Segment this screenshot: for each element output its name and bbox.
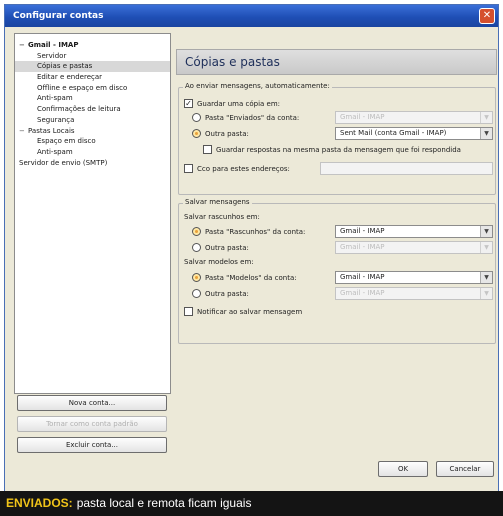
drafts-other-radio[interactable] [192,243,201,252]
cc-checkbox[interactable] [184,164,193,173]
tree-item-local-antispam[interactable]: Anti-spam [15,147,170,158]
window-title: Configurar contas [13,11,104,21]
caption-text: pasta local e remota ficam iguais [76,496,252,510]
templates-other-radio[interactable] [192,289,201,298]
sent-folder-radio[interactable] [192,113,201,122]
drafts-other-label: Outra pasta: [205,243,249,252]
account-tree[interactable]: − Gmail - IMAP Servidor Cópias e pastas E… [14,33,171,394]
caption-lead: ENVIADOS: [6,496,73,510]
drafts-other-radio-row[interactable]: Outra pasta: [192,243,249,252]
tree-item-receipts[interactable]: Confirmações de leitura [15,104,170,115]
dropdown-arrow-icon[interactable]: ▼ [480,288,492,299]
other-folder-label: Outra pasta: [205,129,249,138]
drafts-label: Salvar rascunhos em: [184,213,260,221]
collapse-icon[interactable]: − [19,40,28,51]
drafts-radio[interactable] [192,227,201,236]
save-copy-label: Guardar uma cópia em: [197,99,281,108]
tree-item-smtp[interactable]: Servidor de envio (SMTP) [15,158,170,169]
replies-label: Guardar respostas na mesma pasta da mens… [216,145,461,154]
replies-checkbox[interactable] [203,145,212,154]
panel-header: Cópias e pastas [176,49,497,75]
templates-radio-row[interactable]: Pasta "Modelos" da conta: [192,273,297,282]
replies-row[interactable]: Guardar respostas na mesma pasta da mens… [203,145,461,154]
tree-account-local-folders[interactable]: − Pastas Locais [15,126,170,137]
notify-checkbox[interactable] [184,307,193,316]
tree-item-server[interactable]: Servidor [15,51,170,62]
cc-input[interactable] [320,162,493,175]
other-folder-radio[interactable] [192,129,201,138]
templates-select[interactable]: Gmail - IMAP ▼ [335,271,493,284]
ok-button[interactable]: OK [378,461,428,477]
dropdown-arrow-icon[interactable]: ▼ [480,128,492,139]
dropdown-arrow-icon[interactable]: ▼ [480,272,492,283]
dropdown-arrow-icon[interactable]: ▼ [480,226,492,237]
drafts-radio-label: Pasta "Rascunhos" da conta: [205,227,306,236]
templates-other-label: Outra pasta: [205,289,249,298]
save-copy-row[interactable]: ✓ Guardar uma cópia em: [184,99,280,108]
tree-item-offline[interactable]: Offline e espaço em disco [15,83,170,94]
sent-folder-label: Pasta "Enviados" da conta: [205,113,300,122]
remove-account-button[interactable]: Excluir conta... [17,437,167,453]
other-folder-select[interactable]: Sent Mail (conta Gmail - IMAP) ▼ [335,127,493,140]
templates-radio[interactable] [192,273,201,282]
collapse-icon[interactable]: − [19,126,28,137]
set-default-button[interactable]: Tornar como conta padrão [17,416,167,432]
tree-item-disk-space[interactable]: Espaço em disco [15,136,170,147]
notify-label: Notificar ao salvar mensagem [197,307,303,316]
caption-bar: ENVIADOS: pasta local e remota ficam igua… [0,491,503,516]
close-icon[interactable]: ✕ [479,8,495,24]
drafts-select[interactable]: Gmail - IMAP ▼ [335,225,493,238]
title-bar[interactable]: Configurar contas ✕ [5,5,498,27]
drafts-radio-row[interactable]: Pasta "Rascunhos" da conta: [192,227,305,236]
sent-folder-select[interactable]: Gmail - IMAP ▼ [335,111,493,124]
tree-item-antispam[interactable]: Anti-spam [15,93,170,104]
on-send-title: Ao enviar mensagens, automaticamente: [183,82,332,90]
tree-item-security[interactable]: Segurança [15,115,170,126]
tree-account-gmail[interactable]: − Gmail - IMAP [15,40,170,51]
new-account-button[interactable]: Nova conta... [17,395,167,411]
sent-folder-radio-row[interactable]: Pasta "Enviados" da conta: [192,113,299,122]
dropdown-arrow-icon[interactable]: ▼ [480,112,492,123]
templates-other-select[interactable]: Gmail - IMAP ▼ [335,287,493,300]
cc-label: Cco para estes endereços: [197,164,290,173]
tree-item-copies-folders[interactable]: Cópias e pastas [15,61,170,73]
notify-row[interactable]: Notificar ao salvar mensagem [184,307,302,316]
other-folder-radio-row[interactable]: Outra pasta: [192,129,249,138]
templates-radio-label: Pasta "Modelos" da conta: [205,273,297,282]
templates-label: Salvar modelos em: [184,258,254,266]
account-settings-window: Configurar contas ✕ − Gmail - IMAP Servid… [4,4,499,498]
cc-row[interactable]: Cco para estes endereços: [184,164,290,173]
tree-item-compose[interactable]: Editar e endereçar [15,72,170,83]
save-copy-checkbox[interactable]: ✓ [184,99,193,108]
templates-other-radio-row[interactable]: Outra pasta: [192,289,249,298]
drafts-other-select[interactable]: Gmail - IMAP ▼ [335,241,493,254]
dropdown-arrow-icon[interactable]: ▼ [480,242,492,253]
cancel-button[interactable]: Cancelar [436,461,494,477]
save-messages-title: Salvar mensagens [183,198,252,206]
